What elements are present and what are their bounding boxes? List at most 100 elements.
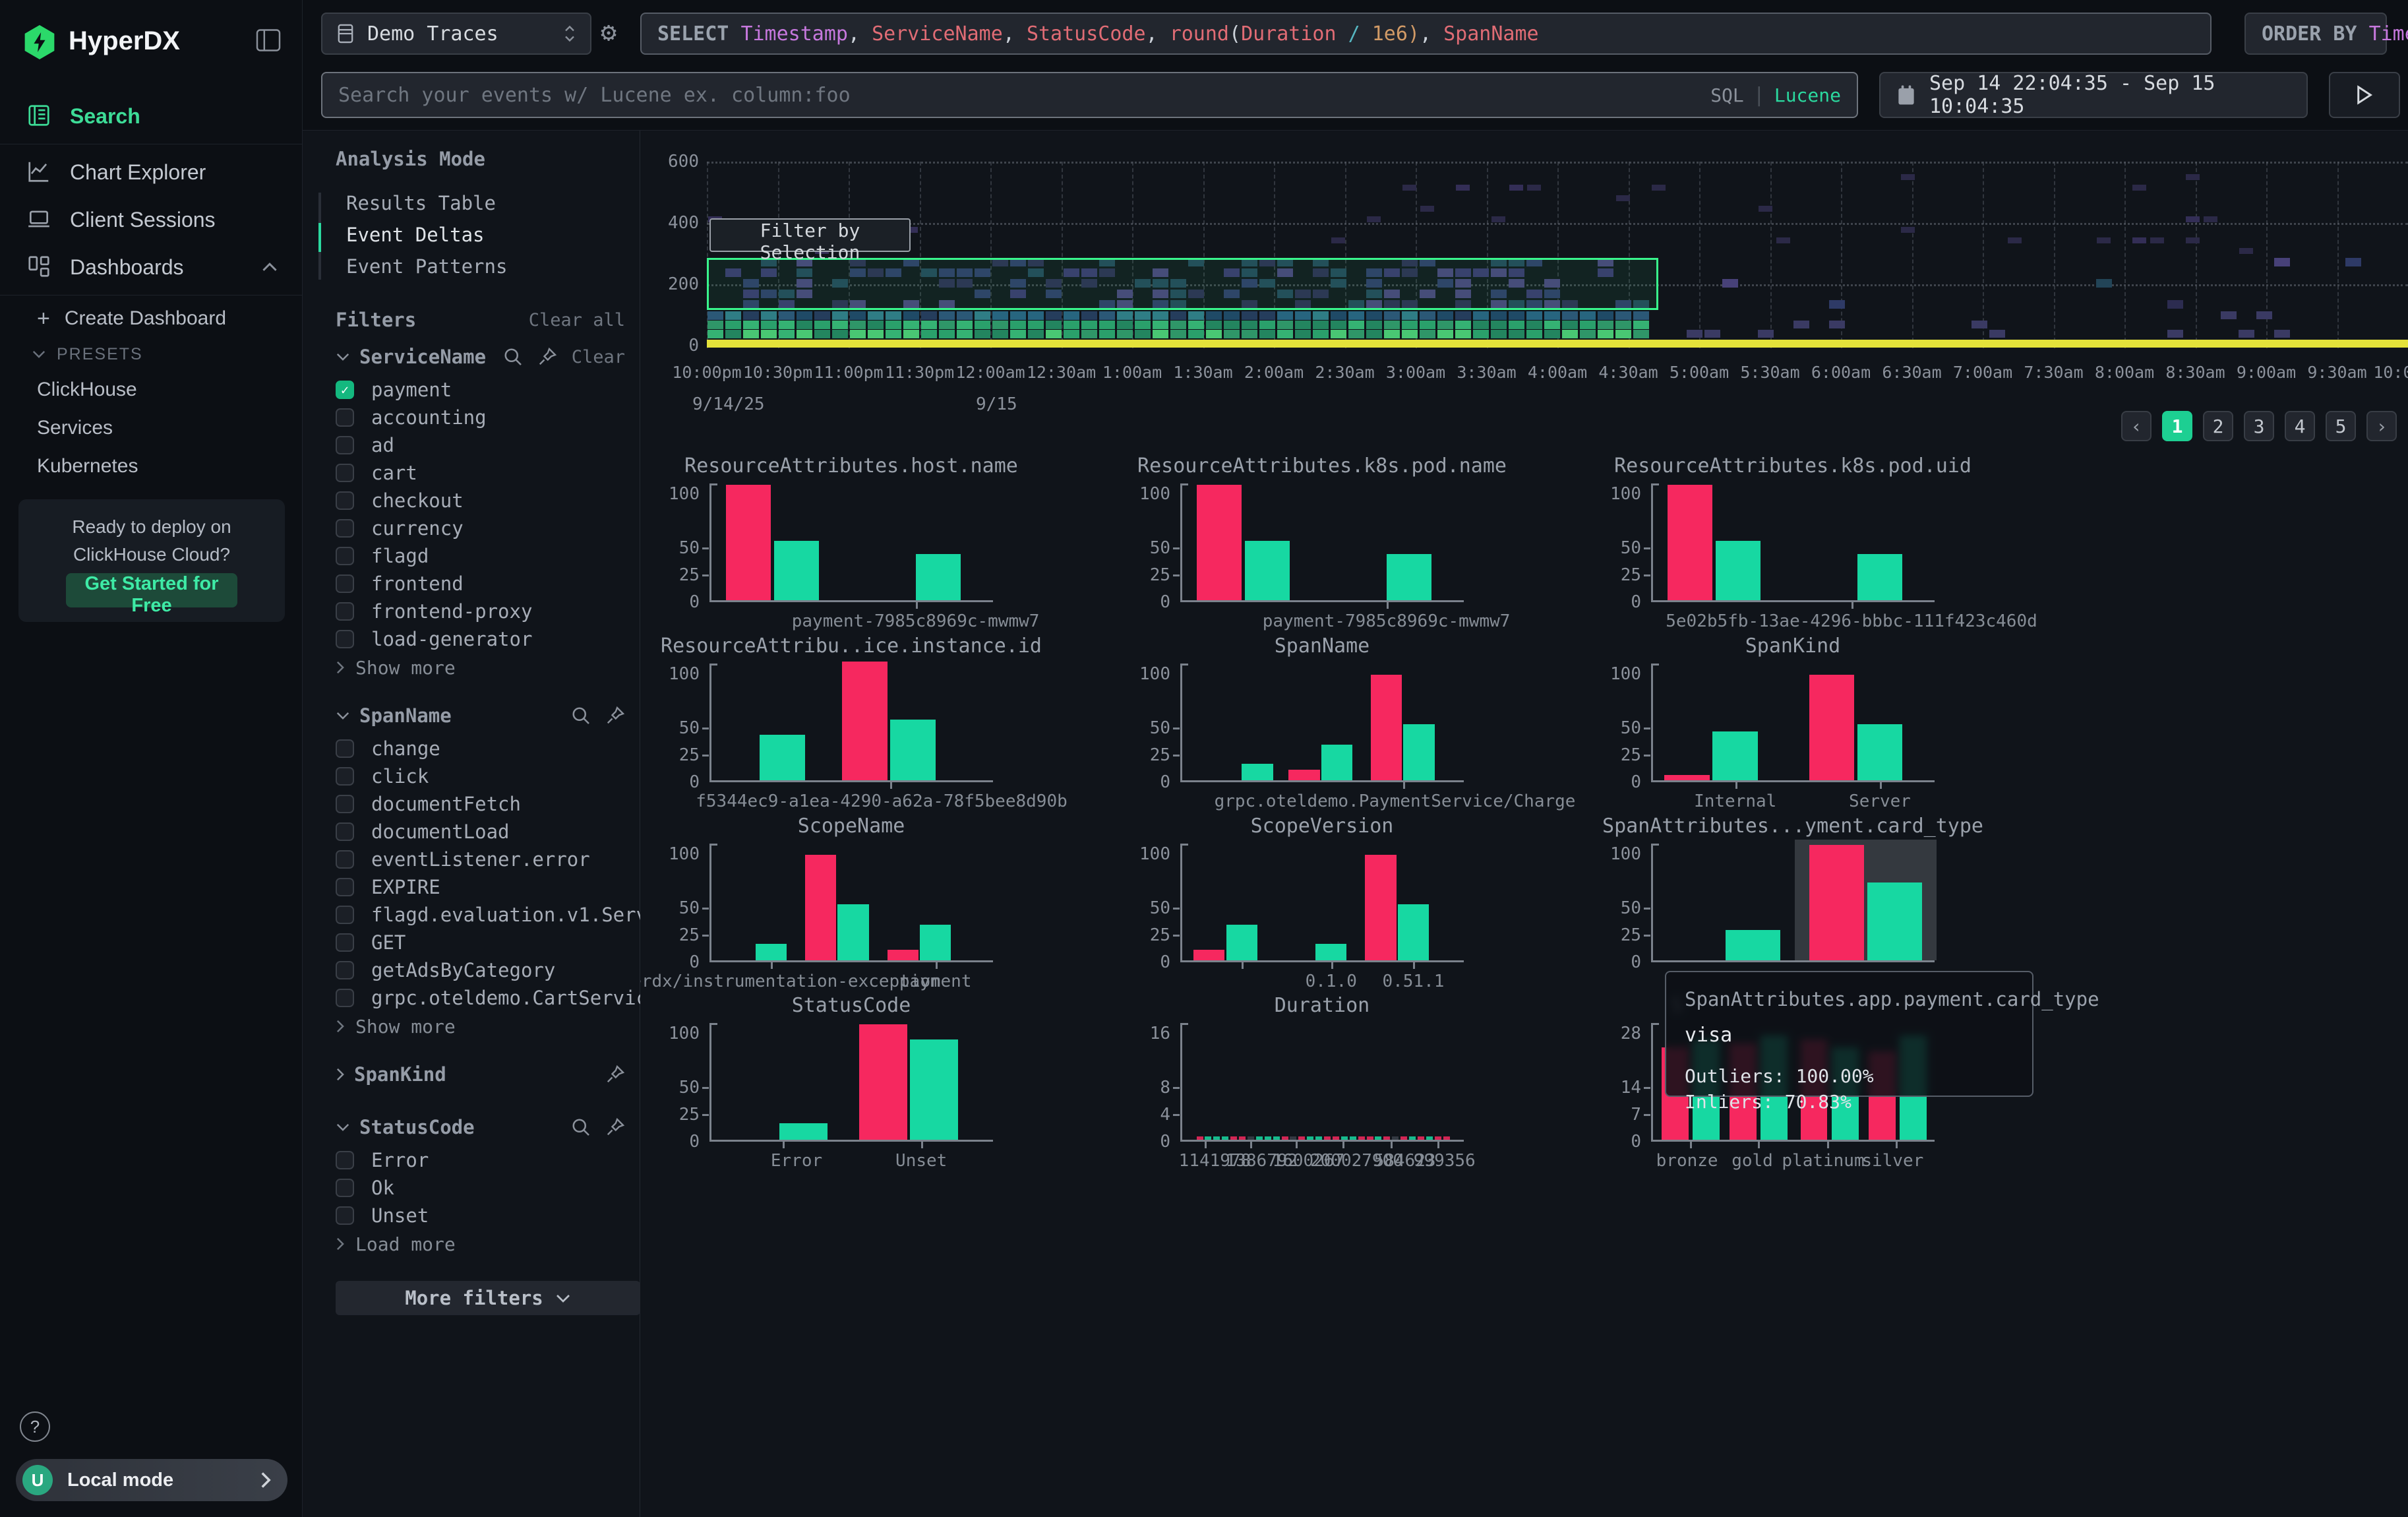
checkbox[interactable]: [336, 491, 354, 510]
help-button[interactable]: ?: [20, 1411, 50, 1442]
outlier-bar[interactable]: [888, 950, 918, 960]
source-settings-gear-icon[interactable]: ⚙: [601, 17, 617, 47]
outlier-bar[interactable]: [1288, 770, 1319, 780]
checkbox-checked[interactable]: ✓: [336, 381, 354, 399]
filter-option-load-generator[interactable]: load-generator: [336, 625, 625, 653]
local-mode-menu[interactable]: U Local mode: [16, 1459, 287, 1501]
filter-option-accounting[interactable]: accounting: [336, 404, 625, 431]
data-source-select[interactable]: Demo Traces: [321, 13, 591, 55]
filter-by-selection-button[interactable]: Filter by Selection: [709, 218, 911, 252]
checkbox[interactable]: [336, 408, 354, 427]
inlier-bar[interactable]: [890, 720, 936, 780]
inlier-bar[interactable]: [1857, 724, 1903, 780]
filter-option-currency[interactable]: currency: [336, 514, 625, 542]
outlier-bar[interactable]: [1664, 775, 1710, 780]
filter-option-flagd.evaluation.v1.Serv…[interactable]: flagd.evaluation.v1.Serv…: [336, 901, 625, 929]
create-dashboard-button[interactable]: + Create Dashboard: [0, 299, 302, 338]
sidebar-item-dashboards[interactable]: Dashboards: [0, 243, 302, 291]
filter-option-flagd[interactable]: flagd: [336, 542, 625, 570]
show-more-button[interactable]: Show more: [336, 1012, 625, 1041]
inlier-bar[interactable]: [756, 944, 787, 960]
checkbox[interactable]: [336, 602, 354, 621]
checkbox[interactable]: [336, 850, 354, 869]
show-more-button[interactable]: Show more: [336, 653, 625, 682]
sidebar-item-client-sessions[interactable]: Client Sessions: [0, 196, 302, 243]
filter-option-GET[interactable]: GET: [336, 929, 625, 956]
date-range-picker[interactable]: Sep 14 22:04:35 - Sep 15 10:04:35: [1879, 72, 2308, 118]
mode-results-table[interactable]: Results Table: [336, 187, 625, 219]
clear-group-button[interactable]: Clear: [572, 347, 625, 367]
inlier-bar[interactable]: [1716, 541, 1761, 600]
outlier-bar[interactable]: [1809, 845, 1865, 960]
inlier-bar[interactable]: [1315, 944, 1346, 960]
page-button-3[interactable]: 3: [2244, 411, 2274, 441]
filter-option-Unset[interactable]: Unset: [336, 1202, 625, 1229]
checkbox[interactable]: [336, 1151, 354, 1169]
preset-clickhouse[interactable]: ClickHouse: [0, 371, 302, 409]
page-button-5[interactable]: 5: [2326, 411, 2356, 441]
filter-option-ad[interactable]: ad: [336, 431, 625, 459]
inlier-bar[interactable]: [1245, 541, 1290, 600]
filter-option-click[interactable]: click: [336, 762, 625, 790]
mode-event-deltas[interactable]: Event Deltas: [336, 219, 625, 251]
filter-option-change[interactable]: change: [336, 735, 625, 762]
more-filters-button[interactable]: More filters: [336, 1281, 640, 1315]
filter-option-documentFetch[interactable]: documentFetch: [336, 790, 625, 818]
pin-icon[interactable]: [605, 1065, 625, 1084]
checkbox[interactable]: [336, 1206, 354, 1225]
search-icon[interactable]: [571, 1117, 591, 1137]
outlier-bar[interactable]: [1809, 675, 1855, 780]
filter-option-eventListener.error[interactable]: eventListener.error: [336, 846, 625, 873]
pin-icon[interactable]: [537, 347, 557, 367]
checkbox[interactable]: [336, 574, 354, 593]
page-next-button[interactable]: ›: [2366, 411, 2397, 441]
filter-option-frontend-proxy[interactable]: frontend-proxy: [336, 598, 625, 625]
checkbox[interactable]: [336, 464, 354, 482]
checkbox[interactable]: [336, 436, 354, 454]
checkbox[interactable]: [336, 767, 354, 786]
outlier-bar[interactable]: [1668, 485, 1713, 600]
search-input[interactable]: [338, 84, 1710, 107]
clear-all-button[interactable]: Clear all: [529, 310, 625, 330]
preset-services[interactable]: Services: [0, 409, 302, 447]
presets-toggle[interactable]: PRESETS: [0, 338, 302, 371]
checkbox[interactable]: [336, 547, 354, 565]
language-toggle-lucene[interactable]: Lucene: [1774, 84, 1841, 106]
checkbox[interactable]: [336, 933, 354, 952]
checkbox[interactable]: [336, 1179, 354, 1197]
checkbox[interactable]: [336, 878, 354, 896]
get-started-button[interactable]: Get Started for Free: [66, 573, 237, 607]
order-by-input[interactable]: ORDER BY Timestamp DESC: [2244, 13, 2387, 55]
mode-event-patterns[interactable]: Event Patterns: [336, 251, 625, 282]
page-button-1[interactable]: 1: [2162, 411, 2192, 441]
page-button-2[interactable]: 2: [2203, 411, 2233, 441]
checkbox[interactable]: [336, 906, 354, 924]
inlier-bar[interactable]: [916, 554, 961, 600]
filter-option-getAdsByCategory[interactable]: getAdsByCategory: [336, 956, 625, 984]
inlier-bar[interactable]: [920, 925, 951, 960]
outlier-bar[interactable]: [842, 662, 888, 780]
pin-icon[interactable]: [605, 706, 625, 726]
filter-option-checkout[interactable]: checkout: [336, 487, 625, 514]
page-button-4[interactable]: 4: [2285, 411, 2315, 441]
filter-group-header-ServiceName[interactable]: ServiceNameClear: [336, 338, 625, 376]
inlier-bar[interactable]: [1387, 554, 1432, 600]
chevron-up-icon[interactable]: [261, 262, 278, 272]
filter-option-EXPIRE[interactable]: EXPIRE: [336, 873, 625, 901]
heatmap-selection-box[interactable]: [707, 258, 1658, 310]
checkbox[interactable]: [336, 989, 354, 1007]
inlier-bar[interactable]: [1857, 554, 1903, 600]
pin-icon[interactable]: [605, 1117, 625, 1137]
language-toggle-sql[interactable]: SQL: [1710, 84, 1744, 106]
checkbox[interactable]: [336, 961, 354, 979]
inlier-bar[interactable]: [1242, 764, 1273, 780]
inlier-bar[interactable]: [1403, 724, 1434, 780]
inlier-bar[interactable]: [1867, 882, 1923, 960]
load-more-button[interactable]: Load more: [336, 1229, 625, 1258]
filter-group-header-StatusCode[interactable]: StatusCode: [336, 1108, 625, 1146]
outlier-bar[interactable]: [1193, 950, 1224, 960]
inlier-bar[interactable]: [1321, 745, 1352, 780]
filter-option-payment[interactable]: ✓payment: [336, 376, 625, 404]
outlier-bar[interactable]: [1197, 485, 1242, 600]
inlier-bar[interactable]: [1726, 930, 1781, 960]
